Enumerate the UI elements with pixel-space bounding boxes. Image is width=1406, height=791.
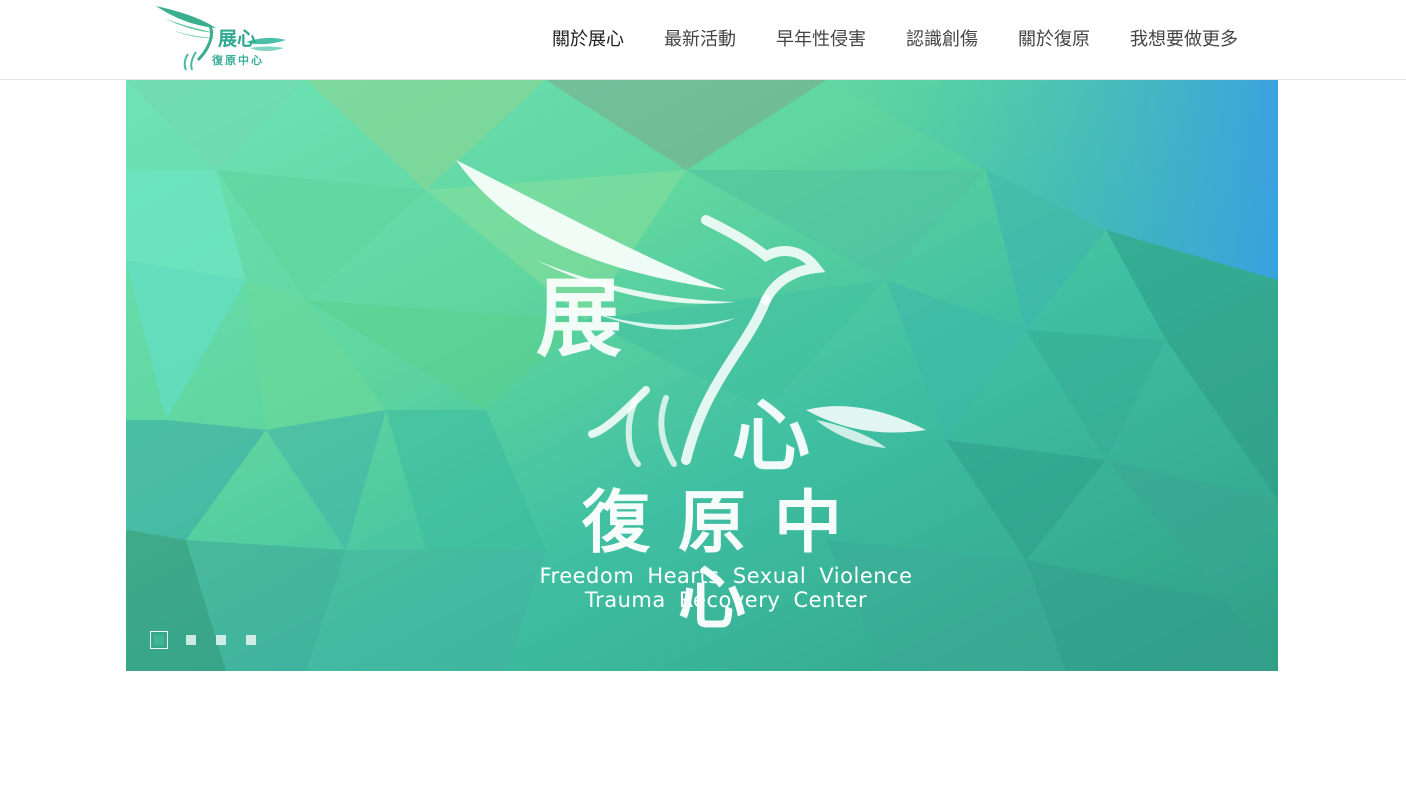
logo-title: 展心: [218, 28, 257, 50]
nav-item-more[interactable]: 我想要做更多: [1130, 0, 1238, 80]
site-logo[interactable]: 展心 復原中心: [154, 4, 288, 74]
carousel-dot-2[interactable]: [184, 633, 198, 647]
carousel-pagination: [150, 631, 258, 649]
hero-english-line-1: Freedom Hearts Sexual Violence: [539, 564, 913, 588]
nav-item-recovery[interactable]: 關於復原: [1018, 0, 1090, 80]
hero-english-line-2: Trauma Recovery Center: [584, 588, 868, 612]
logo-subtitle: 復原中心: [212, 54, 264, 67]
hero-logo-char-1: 展: [536, 269, 622, 369]
site-header: 展心 復原中心 關於展心 最新活動 早年性侵害 認識創傷 關於復原 我想要做更多: [0, 0, 1406, 80]
hero-title: 復原中心: [581, 484, 870, 639]
nav-item-news[interactable]: 最新活動: [664, 0, 736, 80]
carousel-dot-3[interactable]: [214, 633, 228, 647]
main-nav: 關於展心 最新活動 早年性侵害 認識創傷 關於復原 我想要做更多: [552, 0, 1238, 80]
hero-carousel[interactable]: 展 心 復原中心 Freedom Hearts Sexual Violence …: [126, 80, 1278, 671]
nav-item-about[interactable]: 關於展心: [552, 0, 624, 80]
carousel-dot-4[interactable]: [244, 633, 258, 647]
nav-item-trauma[interactable]: 認識創傷: [906, 0, 978, 80]
nav-item-early-abuse[interactable]: 早年性侵害: [776, 0, 866, 80]
hero-logo-char-2: 心: [732, 392, 811, 482]
carousel-dot-1[interactable]: [150, 631, 168, 649]
